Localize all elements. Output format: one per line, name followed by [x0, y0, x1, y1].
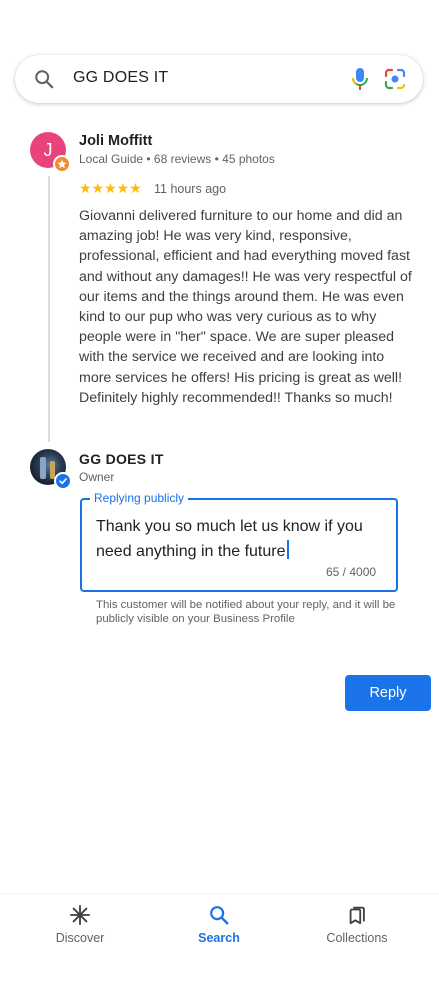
reviewer-meta: Local Guide • 68 reviews • 45 photos	[79, 152, 275, 166]
owner-role: Owner	[79, 470, 115, 484]
local-guide-badge-icon	[53, 155, 71, 173]
search-icon	[210, 906, 229, 925]
nav-label-discover: Discover	[55, 931, 105, 945]
text-caret	[287, 540, 290, 559]
search-bar[interactable]: GG DOES IT	[15, 55, 423, 103]
google-lens-icon[interactable]	[383, 67, 407, 91]
star-rating: ★★★★★	[79, 180, 142, 196]
nav-label-search: Search	[198, 931, 240, 945]
reply-input-text[interactable]: Thank you so much let us know if you nee…	[96, 514, 386, 564]
nav-collections[interactable]: Collections	[284, 894, 430, 964]
reviewer-name[interactable]: Joli Moffitt	[79, 133, 152, 149]
nav-discover[interactable]: Discover	[7, 894, 153, 964]
reply-field-label: Replying publicly	[90, 491, 189, 505]
nav-search[interactable]: Search	[146, 894, 292, 964]
reply-visibility-notice: This customer will be notified about you…	[96, 599, 396, 625]
owner-name: GG DOES IT	[79, 451, 164, 467]
search-query[interactable]: GG DOES IT	[73, 69, 168, 87]
reply-text-value: Thank you so much let us know if you nee…	[96, 518, 363, 560]
microphone-icon[interactable]	[348, 65, 372, 93]
reply-button[interactable]: Reply	[345, 675, 431, 711]
nav-label-collections: Collections	[326, 931, 388, 945]
character-counter: 65 / 4000	[326, 565, 377, 579]
bottom-navigation: Discover Search Collections	[0, 893, 439, 1001]
reviewer-avatar-letter: J	[43, 140, 53, 160]
verified-check-icon	[54, 472, 72, 490]
review-time: 11 hours ago	[154, 182, 227, 196]
search-icon	[35, 70, 54, 89]
collections-icon	[349, 906, 365, 925]
thread-connector-line	[48, 176, 50, 442]
review-text: Giovanni delivered furniture to our home…	[79, 208, 412, 406]
asterisk-icon	[69, 904, 91, 926]
